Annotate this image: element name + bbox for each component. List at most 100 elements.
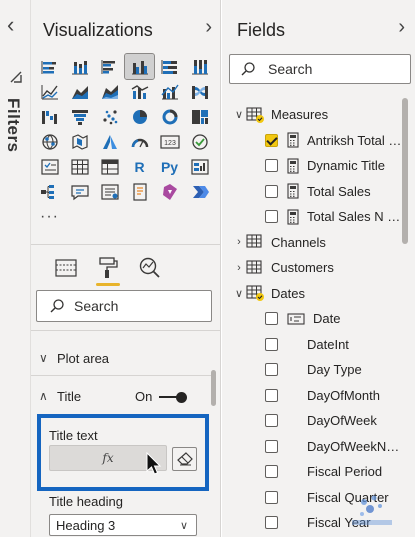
divider [31, 244, 220, 245]
search-icon [50, 299, 64, 313]
plot-area-section[interactable]: ∨ Plot area [31, 345, 211, 371]
title-heading-dropdown[interactable]: Heading 3 ∨ [49, 514, 197, 536]
area-chart-icon[interactable] [65, 79, 94, 104]
filters-label[interactable]: Filters [3, 98, 23, 153]
power-automate-icon[interactable] [185, 179, 214, 204]
r-script-visual-icon[interactable]: R [125, 154, 154, 179]
filled-map-icon[interactable] [65, 129, 94, 154]
toggle-knob [176, 392, 187, 403]
treemap-icon[interactable] [185, 104, 214, 129]
mouse-cursor-icon [146, 452, 162, 475]
measure-icon [287, 132, 299, 148]
channel-watermark-logo [352, 495, 392, 525]
ribbon-chart-icon[interactable] [185, 79, 214, 104]
qa-visual-icon[interactable] [65, 179, 94, 204]
paint-roller-icon [99, 257, 118, 278]
field-row[interactable]: Total Sales [222, 179, 402, 204]
slicer-icon[interactable] [35, 154, 64, 179]
paginated-report-icon[interactable] [125, 179, 154, 204]
field-checkbox[interactable] [265, 337, 278, 351]
table-icon[interactable] [65, 154, 94, 179]
table-icon [246, 259, 262, 274]
fields-search-input[interactable]: Search [229, 54, 411, 84]
table-row[interactable]: › Customers [222, 255, 402, 280]
stacked-column-chart-icon[interactable] [65, 54, 94, 79]
field-checkbox[interactable] [265, 363, 278, 376]
waterfall-chart-icon[interactable] [35, 104, 64, 129]
clear-format-button[interactable] [172, 447, 197, 471]
azure-map-icon[interactable] [95, 129, 124, 154]
stacked-area-chart-icon[interactable] [95, 79, 124, 104]
scatter-chart-icon[interactable] [95, 104, 124, 129]
gauge-icon[interactable] [125, 129, 154, 154]
smart-narrative-icon[interactable] [95, 179, 124, 204]
field-row[interactable]: DayOfWeekNa... [222, 434, 402, 459]
field-checkbox[interactable] [265, 516, 278, 529]
field-checkbox[interactable] [265, 490, 278, 504]
search-icon [241, 62, 255, 76]
field-row[interactable]: Antriksh Total S... [222, 128, 402, 153]
100-stacked-bar-chart-icon[interactable] [155, 54, 184, 79]
key-influencers-icon[interactable] [185, 154, 214, 179]
python-visual-icon[interactable]: Py [155, 154, 184, 179]
line-and-clustered-column-chart-icon[interactable] [155, 79, 184, 104]
table-name: Customers [271, 260, 334, 275]
field-name: Date [313, 311, 341, 326]
fields-scrollbar[interactable] [402, 98, 408, 244]
analytics-tab[interactable] [133, 252, 167, 284]
100-stacked-column-chart-icon[interactable] [185, 54, 214, 79]
map-icon[interactable] [35, 129, 64, 154]
field-row[interactable]: Date [222, 306, 402, 331]
field-checkbox[interactable] [265, 133, 278, 147]
chevron-left-icon[interactable]: ‹ [7, 14, 14, 36]
title-toggle-label: On [135, 389, 153, 404]
donut-chart-icon[interactable] [155, 104, 184, 129]
field-checkbox[interactable] [265, 210, 278, 223]
field-row[interactable]: Dynamic Title [222, 153, 402, 178]
title-text-label: Title text [49, 428, 98, 443]
field-row[interactable]: DayOfWeek [222, 408, 402, 433]
field-name: Total Sales [307, 183, 371, 199]
field-checkbox[interactable] [265, 159, 278, 172]
field-row[interactable]: DateInt [222, 332, 402, 357]
field-checkbox[interactable] [265, 465, 278, 478]
field-checkbox[interactable] [265, 414, 278, 427]
field-row[interactable]: Fiscal Period [222, 459, 402, 484]
chevron-right-icon[interactable]: › [398, 16, 405, 39]
chevron-down-icon: ∨ [39, 351, 48, 365]
card-icon[interactable]: 123 [155, 129, 184, 154]
visualizations-pane: Visualizations › 123 R Py ··· Search ∨ P… [31, 0, 221, 537]
field-row[interactable]: Day Type [222, 357, 402, 382]
matrix-icon[interactable] [95, 154, 124, 179]
stacked-bar-chart-icon[interactable] [35, 54, 64, 79]
chevron-up-icon: ∧ [39, 389, 48, 403]
chevron-right-icon[interactable]: › [205, 16, 212, 39]
more-label: ··· [40, 207, 59, 225]
title-heading-label: Title heading [49, 494, 123, 509]
funnel-chart-icon[interactable] [65, 104, 94, 129]
line-chart-icon[interactable] [35, 79, 64, 104]
table-row[interactable]: ∨ Measures [222, 102, 402, 127]
pane-scrollbar[interactable] [211, 370, 216, 406]
fields-tab[interactable] [49, 252, 83, 284]
fields-search-placeholder: Search [268, 61, 313, 77]
power-apps-icon[interactable] [155, 179, 184, 204]
more-visuals-icon[interactable]: ··· [35, 204, 64, 229]
kpi-icon[interactable] [185, 129, 214, 154]
field-checkbox[interactable] [265, 312, 278, 325]
table-row[interactable]: › Channels [222, 230, 402, 255]
field-row[interactable]: DayOfMonth [222, 383, 402, 408]
line-and-stacked-column-chart-icon[interactable] [125, 79, 154, 104]
field-checkbox[interactable] [265, 184, 278, 198]
title-toggle[interactable] [159, 392, 189, 403]
decomposition-tree-icon[interactable] [35, 179, 64, 204]
field-checkbox[interactable] [265, 388, 278, 402]
clustered-bar-chart-icon[interactable] [95, 54, 124, 79]
field-checkbox[interactable] [265, 439, 278, 453]
format-tab[interactable] [91, 252, 125, 286]
field-row[interactable]: Total Sales N B... [222, 204, 402, 229]
pie-chart-icon[interactable] [125, 104, 154, 129]
clustered-column-chart-icon[interactable] [124, 53, 155, 80]
format-search-input[interactable]: Search [36, 290, 212, 322]
table-row[interactable]: ∨ Dates [222, 281, 402, 306]
